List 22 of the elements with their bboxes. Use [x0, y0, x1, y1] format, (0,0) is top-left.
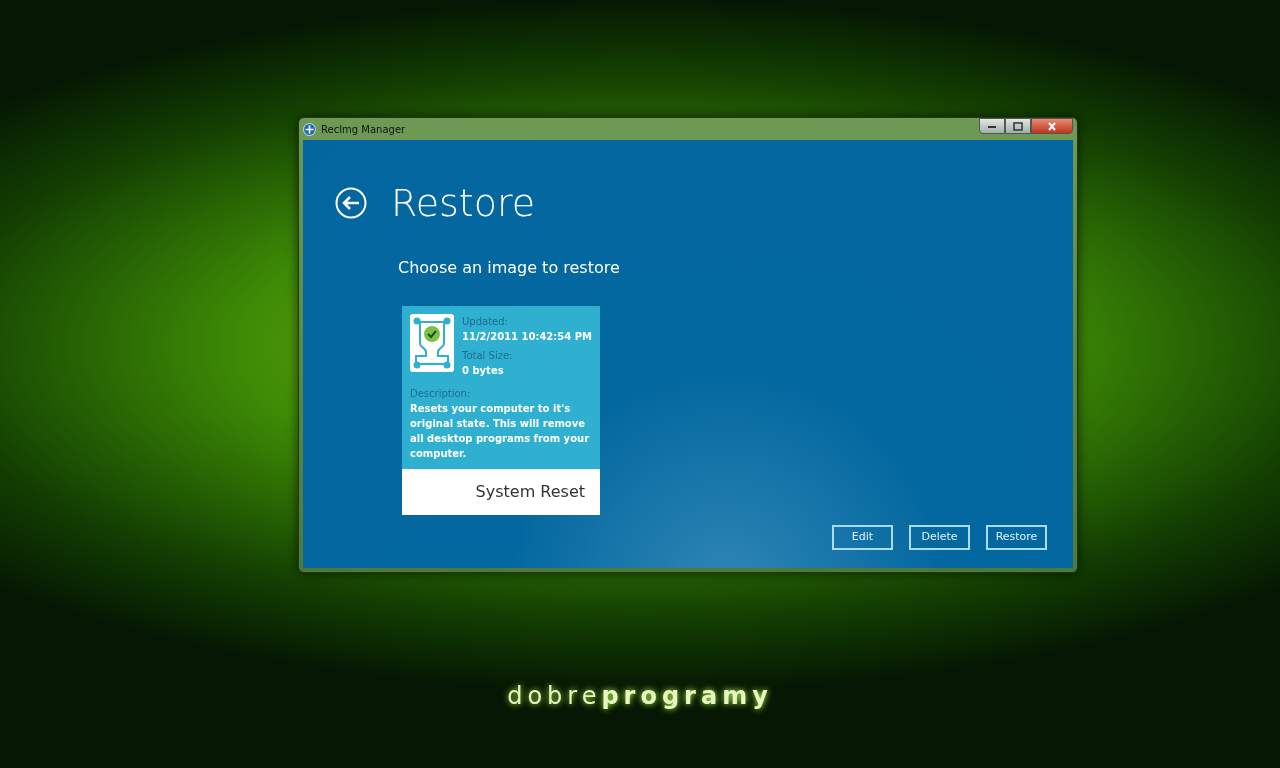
description-text: Resets your computer to it's original state. This will remove all desktop programs from your computer. [410, 402, 591, 461]
updated-label: Updated: [462, 315, 509, 329]
action-button[interactable]: Restore [986, 525, 1047, 550]
action-button[interactable]: Delete [909, 525, 970, 550]
maximize-icon [1013, 121, 1023, 131]
updated-value: 11/2/2011 10:42:54 PM [462, 330, 592, 344]
close-icon [1047, 121, 1057, 131]
window-title: RecImg Manager [321, 122, 406, 137]
action-button[interactable]: Edit [832, 525, 893, 550]
maximize-button[interactable] [1005, 118, 1031, 134]
app-icon [303, 122, 316, 136]
description-label: Description: [410, 387, 472, 401]
minimize-icon [987, 123, 997, 129]
total-size-label: Total Size: [462, 349, 514, 363]
image-name: System Reset [402, 469, 600, 515]
total-size-value: 0 bytes [462, 364, 505, 378]
drive-check-icon [410, 314, 454, 372]
page-subtitle: Choose an image to restore [398, 257, 621, 279]
close-button[interactable] [1031, 118, 1073, 134]
page-title: Restore [391, 184, 536, 222]
image-tile[interactable]: Updated: 11/2/2011 10:42:54 PM Total Size: 0 bytes Description: Resets your computer to it's original state. This will remove all desktop programs from your computer. System Reset [402, 306, 600, 515]
minimize-button[interactable] [979, 118, 1005, 134]
